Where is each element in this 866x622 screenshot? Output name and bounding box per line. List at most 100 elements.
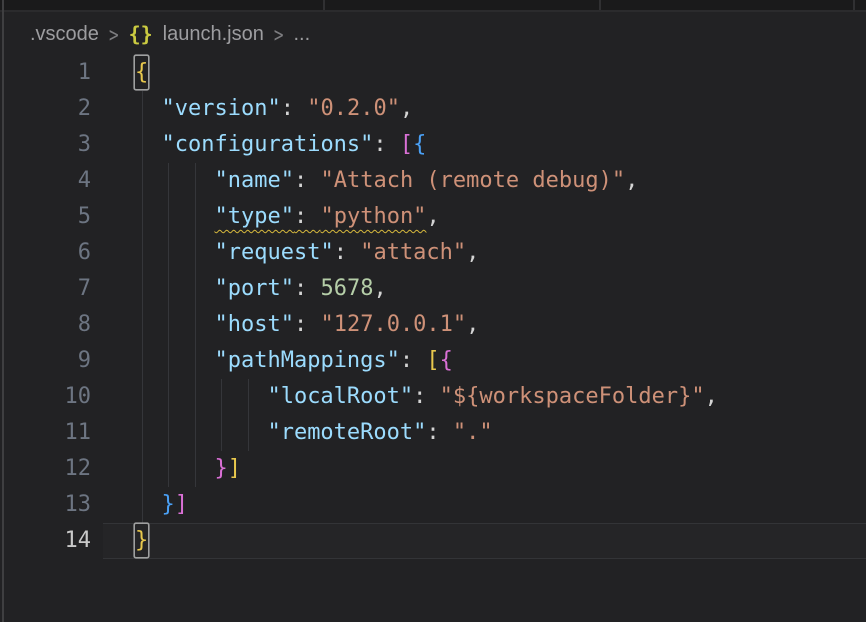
code-token: "type" bbox=[214, 204, 293, 229]
code-line-1[interactable]: { bbox=[135, 55, 148, 91]
code-line-3[interactable]: "configurations": [{ bbox=[135, 127, 426, 163]
code-token: "attach" bbox=[360, 240, 466, 265]
line-number[interactable]: 11 bbox=[0, 415, 91, 451]
breadcrumb-file[interactable]: launch.json bbox=[163, 23, 264, 46]
code-line-10[interactable]: "localRoot": "${workspaceFolder}", bbox=[135, 379, 718, 415]
code-token: , bbox=[426, 204, 439, 229]
tab-divider bbox=[853, 0, 855, 10]
code-line-5[interactable]: "type": "python", bbox=[135, 199, 440, 235]
code-token: : bbox=[373, 132, 400, 157]
warning-squiggle: "type": "python" bbox=[214, 204, 426, 229]
code-token: , bbox=[625, 168, 638, 193]
code-token: : bbox=[426, 420, 453, 445]
code-token: : bbox=[281, 96, 308, 121]
code-token: "python" bbox=[320, 204, 426, 229]
code-token: "localRoot" bbox=[267, 384, 413, 409]
line-number[interactable]: 13 bbox=[0, 487, 91, 523]
code-token: : bbox=[294, 168, 321, 193]
code-token: "pathMappings" bbox=[214, 348, 399, 373]
code-token: "configurations" bbox=[162, 132, 374, 157]
code-line-4[interactable]: "name": "Attach (remote debug)", bbox=[135, 163, 638, 199]
code-line-2[interactable]: "version": "0.2.0", bbox=[135, 91, 413, 127]
code-token: "port" bbox=[214, 276, 293, 301]
current-line-highlight bbox=[103, 523, 866, 559]
code-token: : bbox=[400, 348, 427, 373]
code-line-7[interactable]: "port": 5678, bbox=[135, 271, 387, 307]
code-token: "Attach (remote debug)" bbox=[320, 168, 625, 193]
matched-bracket: } bbox=[135, 524, 148, 557]
code-token: , bbox=[400, 96, 413, 121]
code-token: "remoteRoot" bbox=[267, 420, 426, 445]
breadcrumb-symbol-ellipsis[interactable]: ... bbox=[294, 23, 311, 46]
line-number[interactable]: 10 bbox=[0, 379, 91, 415]
code-token: } bbox=[162, 492, 175, 517]
line-number[interactable]: 2 bbox=[0, 91, 91, 127]
code-token: "request" bbox=[214, 240, 333, 265]
code-token bbox=[135, 240, 214, 265]
code-token: [ bbox=[400, 132, 413, 157]
code-token: "version" bbox=[162, 96, 281, 121]
code-token bbox=[135, 276, 214, 301]
line-number[interactable]: 4 bbox=[0, 163, 91, 199]
json-braces-icon: {} bbox=[129, 22, 153, 46]
line-number[interactable]: 3 bbox=[0, 127, 91, 163]
code-token bbox=[135, 420, 267, 445]
code-line-9[interactable]: "pathMappings": [{ bbox=[135, 343, 453, 379]
code-token: : bbox=[294, 312, 321, 337]
code-token: } bbox=[214, 456, 227, 481]
code-token bbox=[135, 96, 162, 121]
line-number[interactable]: 1 bbox=[0, 55, 91, 91]
line-number[interactable]: 12 bbox=[0, 451, 91, 487]
code-token: "127.0.0.1" bbox=[320, 312, 466, 337]
code-token: : bbox=[413, 384, 440, 409]
code-token: { bbox=[413, 132, 426, 157]
code-token: "host" bbox=[214, 312, 293, 337]
line-number[interactable]: 7 bbox=[0, 271, 91, 307]
code-token bbox=[135, 204, 214, 229]
code-token: { bbox=[440, 348, 453, 373]
code-token bbox=[135, 348, 214, 373]
code-token: "${workspaceFolder}" bbox=[440, 384, 705, 409]
code-token: 5678 bbox=[320, 276, 373, 301]
breadcrumb-folder[interactable]: .vscode bbox=[30, 23, 99, 46]
line-number[interactable]: 8 bbox=[0, 307, 91, 343]
tab-bar-edge bbox=[0, 0, 866, 12]
code-token: : bbox=[294, 276, 321, 301]
matched-bracket: { bbox=[135, 56, 148, 89]
tab-divider bbox=[323, 0, 325, 10]
code-token: "0.2.0" bbox=[307, 96, 400, 121]
code-token: , bbox=[466, 312, 479, 337]
breadcrumb: .vscode > {} launch.json > ... bbox=[30, 14, 310, 54]
code-line-8[interactable]: "host": "127.0.0.1", bbox=[135, 307, 479, 343]
code-token: : bbox=[334, 240, 361, 265]
chevron-right-icon: > bbox=[109, 21, 119, 47]
vscode-editor-window: .vscode > {} launch.json > ... 123456789… bbox=[0, 0, 866, 622]
code-token bbox=[135, 132, 162, 157]
code-line-13[interactable]: }] bbox=[135, 487, 188, 523]
code-token: ] bbox=[228, 456, 241, 481]
code-token bbox=[135, 168, 214, 193]
code-token: [ bbox=[426, 348, 439, 373]
code-token: , bbox=[373, 276, 386, 301]
code-line-11[interactable]: "remoteRoot": "." bbox=[135, 415, 493, 451]
line-number[interactable]: 5 bbox=[0, 199, 91, 235]
editor-group-border bbox=[2, 0, 4, 622]
tab-divider bbox=[599, 0, 601, 10]
line-number[interactable]: 6 bbox=[0, 235, 91, 271]
code-token bbox=[135, 312, 214, 337]
code-token: "." bbox=[453, 420, 493, 445]
code-token: , bbox=[466, 240, 479, 265]
code-token bbox=[135, 384, 267, 409]
line-number[interactable]: 9 bbox=[0, 343, 91, 379]
line-number[interactable]: 14 bbox=[0, 523, 91, 559]
code-editor[interactable]: 1234567891011121314 { "version": "0.2.0"… bbox=[0, 0, 866, 622]
code-token: : bbox=[294, 204, 321, 229]
code-line-12[interactable]: }] bbox=[135, 451, 241, 487]
code-token bbox=[135, 456, 214, 481]
code-token bbox=[135, 492, 162, 517]
code-token: ] bbox=[175, 492, 188, 517]
code-token: "name" bbox=[214, 168, 293, 193]
code-token: , bbox=[705, 384, 718, 409]
code-line-6[interactable]: "request": "attach", bbox=[135, 235, 479, 271]
code-line-14[interactable]: } bbox=[135, 523, 148, 559]
